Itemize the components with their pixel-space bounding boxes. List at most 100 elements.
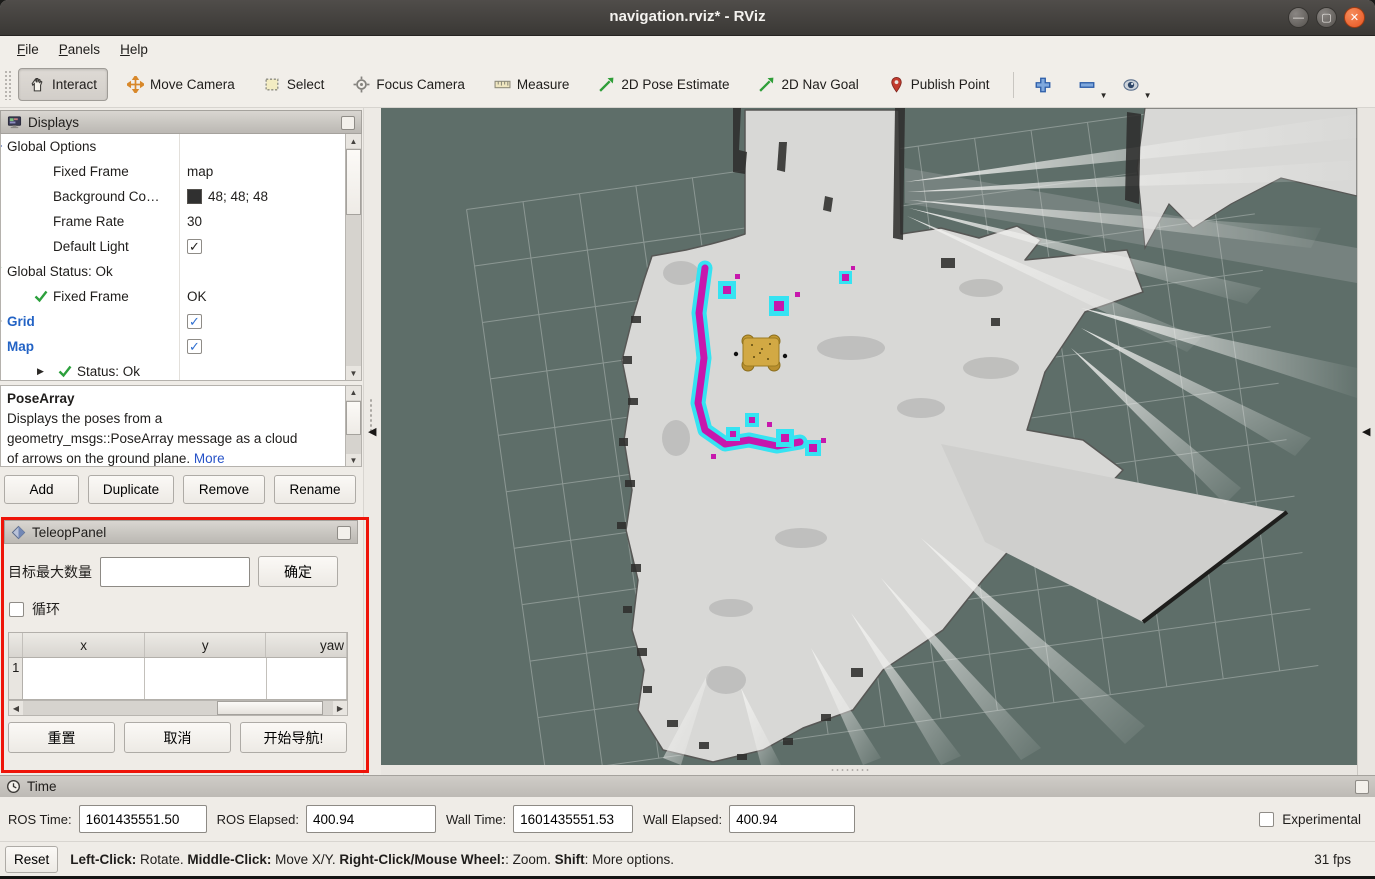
collapse-arrow-icon[interactable]: ▶ [37, 366, 44, 377]
tool-interact[interactable]: Interact [18, 68, 108, 101]
more-link[interactable]: More [194, 451, 225, 466]
table-cell[interactable] [267, 658, 347, 699]
color-swatch[interactable] [187, 189, 202, 204]
reset-button[interactable]: Reset [5, 846, 58, 873]
walltime-input[interactable] [513, 805, 633, 833]
tool-zoom-out[interactable]: ▼ [1070, 72, 1104, 98]
wallelapsed-input[interactable] [729, 805, 855, 833]
loop-checkbox[interactable] [9, 602, 24, 617]
scroll-down-icon[interactable]: ▼ [346, 454, 361, 467]
tool-focus-camera[interactable]: Focus Camera [343, 69, 475, 100]
menu-help[interactable]: Help [111, 39, 157, 60]
tree-row[interactable]: Background Co…48; 48; 48 [1, 184, 345, 209]
scroll-left-icon[interactable]: ◀ [9, 701, 23, 715]
row-checkbox[interactable]: ✓ [187, 339, 202, 354]
time-field: ROS Elapsed: [217, 805, 436, 833]
rostime-input[interactable] [79, 805, 207, 833]
tree-row-label-cell: Default Light [1, 234, 179, 259]
table-cell[interactable] [145, 658, 267, 699]
scroll-down-icon[interactable]: ▼ [346, 366, 361, 380]
tree-row[interactable]: ▶Grid✓ [1, 309, 345, 334]
table-h-scrollbar[interactable]: ◀ ▶ [8, 700, 348, 716]
tree-row-name: Map [1, 339, 34, 354]
scrollbar-thumb[interactable] [346, 149, 361, 215]
teleop-float-button[interactable] [337, 526, 351, 540]
tool-zoom-in[interactable] [1026, 72, 1060, 98]
tree-row-value-cell: ✓ [179, 234, 345, 259]
scroll-up-icon[interactable]: ▲ [346, 134, 361, 148]
confirm-button[interactable]: 确定 [258, 556, 338, 587]
row-header[interactable]: 1 [9, 658, 23, 699]
cancel-button[interactable]: 取消 [124, 722, 231, 753]
tree-row[interactable]: ▼Global Status: Ok [1, 259, 345, 284]
add-button[interactable]: Add [4, 475, 79, 504]
scrollbar-thumb[interactable] [217, 701, 323, 715]
check-icon [33, 288, 49, 304]
map-view-canvas[interactable] [381, 108, 1357, 765]
column-header-y[interactable]: y [145, 633, 267, 657]
tree-row[interactable]: ▼Global Options [1, 134, 345, 159]
tool-label: 2D Pose Estimate [621, 77, 729, 92]
chevron-down-icon[interactable]: ▼ [1100, 91, 1108, 100]
scrollbar-thumb[interactable] [346, 401, 361, 435]
start-navigation-button[interactable]: 开始导航! [240, 722, 347, 753]
reset-goals-button[interactable]: 重置 [8, 722, 115, 753]
tool-measure[interactable]: Measure [484, 69, 580, 100]
statusbar: Reset Left-Click: Rotate. Middle-Click: … [0, 841, 1375, 876]
experimental-checkbox[interactable] [1259, 812, 1274, 827]
displays-float-button[interactable] [341, 116, 355, 130]
scroll-right-icon[interactable]: ▶ [333, 701, 347, 715]
description-line: geometry_msgs::PoseArray message as a cl… [7, 429, 341, 449]
tree-row[interactable]: ▼Map✓ [1, 334, 345, 359]
render-view[interactable] [381, 108, 1357, 775]
menubar: FilePanelsHelp [0, 36, 1375, 62]
waypoint-table: xyyaw 1 [8, 632, 348, 700]
collapse-right-icon[interactable]: ◀ [1362, 425, 1370, 438]
tree-row-label-cell: ▶Status: Ok [1, 359, 179, 381]
tool-move-camera[interactable]: Move Camera [117, 69, 245, 100]
close-button[interactable]: ✕ [1344, 7, 1365, 28]
toolbar-drag-handle[interactable] [4, 70, 12, 100]
tool-select[interactable]: Select [254, 69, 335, 100]
scroll-up-icon[interactable]: ▲ [346, 386, 361, 400]
description-line: of arrows on the ground plane. More [7, 449, 341, 467]
right-dock-strip[interactable]: ◀ [1357, 108, 1375, 775]
tree-row[interactable]: ▶Status: Ok [1, 359, 345, 381]
remove-button[interactable]: Remove [183, 475, 265, 504]
rename-button[interactable]: Rename [274, 475, 356, 504]
max-goal-input[interactable] [100, 557, 250, 587]
time-panel-header[interactable]: Time [0, 775, 1375, 797]
view-splitter[interactable] [381, 765, 1357, 775]
column-header-x[interactable]: x [23, 633, 145, 657]
maximize-button[interactable]: ▢ [1316, 7, 1337, 28]
tree-row[interactable]: Fixed FrameOK [1, 284, 345, 309]
titlebar[interactable]: navigation.rviz* - RViz —▢✕ [0, 0, 1375, 36]
tool-label: Move Camera [150, 77, 235, 92]
panel-splitter[interactable]: ◀ [363, 108, 381, 775]
row-checkbox[interactable]: ✓ [187, 239, 202, 254]
roselapsed-input[interactable] [306, 805, 436, 833]
column-header-yaw[interactable]: yaw [266, 633, 347, 657]
displays-tree-scrollbar[interactable]: ▲ ▼ [345, 134, 361, 380]
tree-row[interactable]: Default Light ✓ [1, 234, 345, 259]
table-cell[interactable] [23, 658, 145, 699]
tree-row[interactable]: Fixed Framemap [1, 159, 345, 184]
select-box-icon [264, 76, 281, 93]
time-float-button[interactable] [1355, 780, 1369, 794]
row-checkbox[interactable]: ✓ [187, 314, 202, 329]
tool-visibility[interactable]: ▼ [1114, 72, 1148, 98]
teleop-panel-header[interactable]: TeleopPanel [4, 520, 358, 544]
tree-row[interactable]: Frame Rate30 [1, 209, 345, 234]
chevron-down-icon[interactable]: ▼ [1144, 91, 1152, 100]
menu-panels[interactable]: Panels [50, 39, 109, 60]
tool-nav-goal[interactable]: 2D Nav Goal [748, 69, 868, 100]
menu-file[interactable]: File [8, 39, 48, 60]
collapse-left-icon[interactable]: ◀ [368, 425, 376, 438]
duplicate-button[interactable]: Duplicate [88, 475, 174, 504]
displays-panel-header[interactable]: Displays [0, 110, 362, 134]
description-scrollbar[interactable]: ▲ ▼ [345, 386, 361, 467]
tool-publish-point[interactable]: Publish Point [878, 69, 1000, 100]
minimize-button[interactable]: — [1288, 7, 1309, 28]
menu-label: F [17, 42, 25, 57]
tool-pose-estimate[interactable]: 2D Pose Estimate [588, 69, 739, 100]
